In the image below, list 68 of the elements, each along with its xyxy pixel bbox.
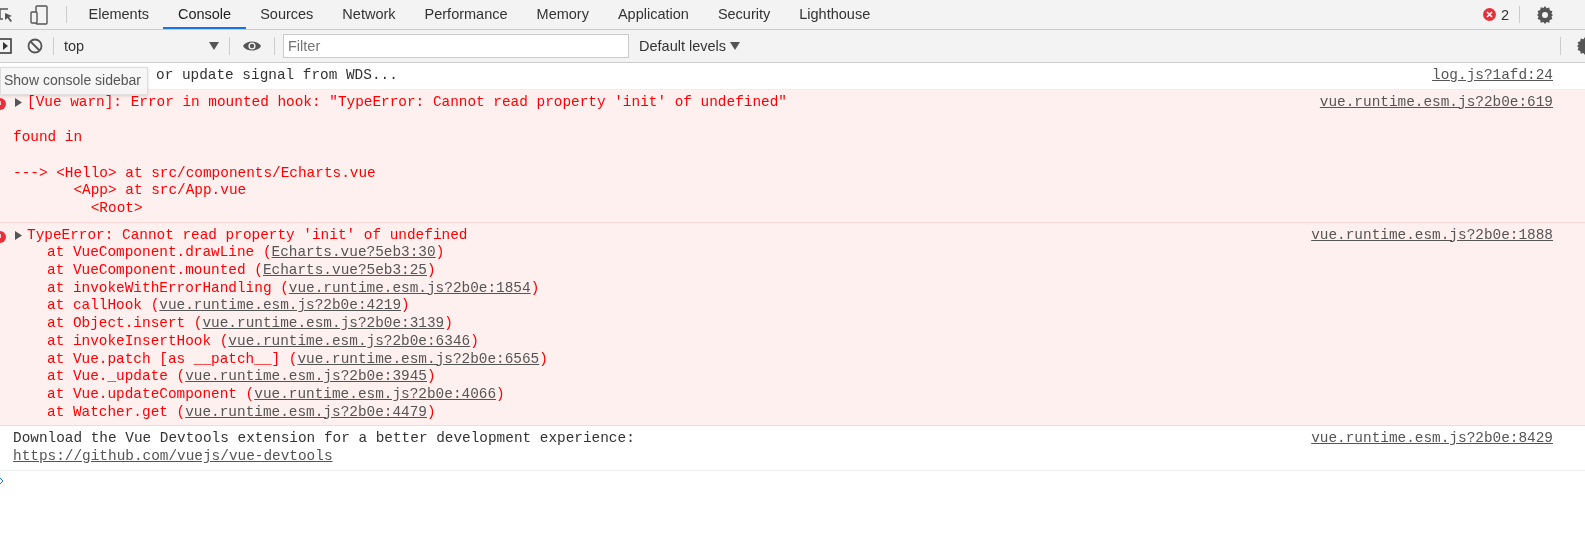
source-link[interactable]: vue.runtime.esm.js?2b0e:8429 xyxy=(1311,430,1553,449)
panel-tab[interactable]: Elements xyxy=(74,0,164,29)
source-link[interactable]: vue.runtime.esm.js?2b0e:1854 xyxy=(288,279,531,296)
error-icon xyxy=(0,230,6,243)
error-count[interactable]: 2 xyxy=(1500,6,1509,23)
settings-icon[interactable] xyxy=(1535,4,1555,25)
panel-tab[interactable]: Network xyxy=(327,0,411,29)
stack-frame: at invokeWithErrorHandling ( xyxy=(47,279,289,296)
settings-icon[interactable] xyxy=(1575,37,1585,55)
source-link[interactable]: Echarts.vue?5eb3:25 xyxy=(262,262,427,278)
stack-frame: ) xyxy=(427,403,436,420)
panel-tab[interactable]: Performance xyxy=(410,0,523,29)
context-dropdown[interactable]: top xyxy=(60,38,223,54)
source-link[interactable]: vue.runtime.esm.js?2b0e:619 xyxy=(1319,93,1553,112)
stack-frame: ) xyxy=(539,350,548,367)
stack-frame: at Vue._update ( xyxy=(47,368,186,385)
stack-frame: ) xyxy=(496,385,505,402)
panel-tab[interactable]: Lighthouse xyxy=(784,0,885,29)
source-link[interactable]: vue.runtime.esm.js?2b0e:3945 xyxy=(185,368,427,385)
stack-frame: ) xyxy=(401,297,410,314)
stack-frame: at invokeInsertHook ( xyxy=(47,332,229,349)
stack-frame: ) xyxy=(444,315,453,332)
inspect-icon[interactable] xyxy=(0,5,14,24)
panel-tab[interactable]: Application xyxy=(603,0,704,29)
panel-tab[interactable]: Sources xyxy=(245,0,328,29)
source-link[interactable]: vue.runtime.esm.js?2b0e:1888 xyxy=(1311,226,1553,245)
log-message: or update signal from WDS... xyxy=(156,67,398,85)
expand-icon[interactable] xyxy=(15,230,22,240)
error-icon xyxy=(0,97,6,110)
eye-icon[interactable] xyxy=(242,39,262,53)
caret-icon xyxy=(209,42,219,50)
stack-frame: at Vue.updateComponent ( xyxy=(47,385,255,402)
stack-frame: at Vue.patch [as __patch__] ( xyxy=(47,350,298,367)
clear-icon[interactable] xyxy=(27,38,43,54)
source-link[interactable]: vue.runtime.esm.js?2b0e:4066 xyxy=(254,385,497,402)
sidebar-toggle-icon[interactable] xyxy=(0,38,12,54)
component-trace: found in ---> <Hello> at src/components/Echarts.vue <App> at src/App.vue <Root> xyxy=(13,129,377,218)
caret-icon xyxy=(730,42,741,50)
source-link[interactable]: vue.runtime.esm.js?2b0e:3139 xyxy=(202,315,445,332)
expand-icon[interactable] xyxy=(15,98,22,108)
error-icon xyxy=(1482,8,1496,21)
source-link[interactable]: log.js?1afd:24 xyxy=(1432,67,1553,85)
filter-field[interactable]: Filter xyxy=(283,34,629,58)
source-link[interactable]: Echarts.vue?5eb3:30 xyxy=(271,244,436,261)
device-icon[interactable] xyxy=(30,4,48,25)
stack-frame: ) xyxy=(427,262,436,278)
tooltip: Show console sidebar xyxy=(0,67,148,95)
stack-frame: ) xyxy=(427,368,436,385)
panel-tab[interactable]: Memory xyxy=(522,0,604,29)
devtools-link[interactable]: https://github.com/vuejs/vue-devtools xyxy=(13,448,333,466)
source-link[interactable]: vue.runtime.esm.js?2b0e:6565 xyxy=(297,350,540,367)
error-message: TypeError: Cannot read property 'init' of undefined xyxy=(27,226,468,245)
log-message: Download the Vue Devtools extension for a better development experience: xyxy=(13,430,635,449)
error-message: [Vue warn]: Error in mounted hook: "TypeError: Cannot read property 'init' of undefined" xyxy=(27,93,787,112)
stack-frame: at callHook ( xyxy=(47,297,160,314)
stack-frame: ) xyxy=(435,244,445,261)
source-link[interactable]: vue.runtime.esm.js?2b0e:4219 xyxy=(159,297,402,314)
stack-frame: ) xyxy=(470,332,479,349)
stack-frame: at VueComponent.mounted ( xyxy=(47,262,263,278)
levels-dropdown[interactable]: Default levels xyxy=(639,38,741,54)
stack-frame: at Watcher.get ( xyxy=(47,403,186,420)
source-link[interactable]: vue.runtime.esm.js?2b0e:4479 xyxy=(185,403,427,420)
source-link[interactable]: vue.runtime.esm.js?2b0e:6346 xyxy=(228,332,471,349)
prompt-icon[interactable] xyxy=(0,477,4,484)
stack-frame: ) xyxy=(530,279,540,296)
panel-tab[interactable]: Security xyxy=(703,0,785,29)
stack-frame: at VueComponent.drawLine ( xyxy=(47,244,272,261)
stack-frame: at Object.insert ( xyxy=(47,315,203,332)
